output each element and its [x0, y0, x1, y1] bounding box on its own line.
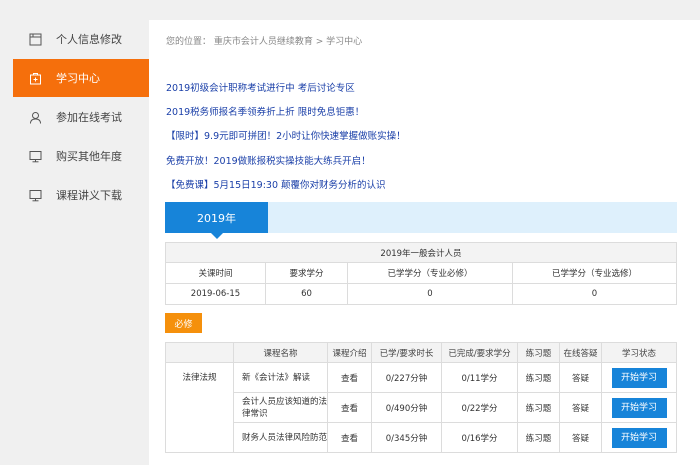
sidebar-item-label: 参加在线考试	[56, 111, 122, 124]
course-name: 新《会计法》解读	[233, 362, 328, 393]
qa-link[interactable]: 答疑	[559, 422, 602, 453]
summary-value: 2019-06-15	[165, 283, 266, 305]
exercise-link[interactable]: 练习题	[517, 392, 560, 423]
notice-link[interactable]: 【限时】9.9元即可拼团！2小时让你快速掌握做账实操！	[166, 128, 406, 142]
notice-link[interactable]: 免费开放！2019做账报税实操技能大练兵开启！	[166, 153, 371, 167]
summary-header: 已学学分（专业必修）	[347, 262, 513, 284]
time-progress: 0/227分钟	[371, 362, 442, 393]
year-tab-bar: 2019年	[165, 202, 677, 239]
monitor-icon	[28, 149, 42, 163]
notice-link[interactable]: 2019税务师报名季领券折上折 限时免息钜惠！	[166, 104, 364, 118]
credit-progress: 0/16学分	[441, 422, 518, 453]
course-header: 已完成/要求学分	[441, 342, 518, 363]
course-header: 课程介绍	[327, 342, 372, 363]
sidebar-item-label: 课程讲义下载	[56, 189, 122, 202]
breadcrumb-path[interactable]: 重庆市会计人员继续教育 > 学习中心	[214, 37, 362, 47]
credit-progress: 0/22学分	[441, 392, 518, 423]
course-table: 课程名称 课程介绍 已学/要求时长 已完成/要求学分 练习题 在线答疑 学习状态…	[165, 342, 677, 453]
view-intro-link[interactable]: 查看	[327, 362, 372, 393]
breadcrumb: 您的位置： 重庆市会计人员继续教育 > 学习中心	[166, 34, 362, 47]
exercise-link[interactable]: 练习题	[517, 422, 560, 453]
sidebar-item-profile-edit[interactable]: 个人信息修改	[13, 20, 153, 58]
summary-value: 0	[512, 283, 677, 305]
time-progress: 0/345分钟	[371, 422, 442, 453]
sidebar-item-study-center[interactable]: 学习中心	[13, 59, 160, 97]
course-header-category	[165, 342, 234, 363]
course-header: 已学/要求时长	[371, 342, 442, 363]
sidebar-item-label: 个人信息修改	[56, 33, 122, 46]
view-intro-link[interactable]: 查看	[327, 422, 372, 453]
sidebar-item-download-notes[interactable]: 课程讲义下载	[13, 176, 153, 214]
course-header: 练习题	[517, 342, 560, 363]
monitor-icon	[28, 188, 42, 202]
sidebar-item-label: 学习中心	[56, 72, 100, 85]
summary-value: 0	[347, 283, 513, 305]
tab-2019[interactable]: 2019年	[165, 202, 268, 239]
view-intro-link[interactable]: 查看	[327, 392, 372, 423]
start-learning-button[interactable]: 开始学习	[611, 427, 667, 448]
study-center-icon	[28, 71, 42, 85]
qa-link[interactable]: 答疑	[559, 392, 602, 423]
course-header: 学习状态	[601, 342, 677, 363]
user-icon	[28, 110, 42, 124]
course-name: 财务人员法律风险防范	[233, 422, 328, 453]
course-name: 会计人员应该知道的法律常识	[233, 392, 328, 423]
summary-header: 关课时间	[165, 262, 266, 284]
credit-summary-table: 2019年一般会计人员 关课时间 要求学分 已学学分（专业必修） 已学学分（专业…	[165, 242, 677, 305]
sidebar-item-label: 购买其他年度	[56, 150, 122, 163]
sidebar: 个人信息修改 学习中心 参加在线考试 购买其他年度 课程讲义下载	[0, 0, 160, 465]
exercise-link[interactable]: 练习题	[517, 362, 560, 393]
sidebar-item-buy-other-years[interactable]: 购买其他年度	[13, 137, 153, 175]
notice-link[interactable]: 2019初级会计职称考试进行中 考后讨论专区	[166, 80, 355, 94]
summary-header: 要求学分	[265, 262, 348, 284]
summary-value: 60	[265, 283, 348, 305]
course-header: 在线答疑	[559, 342, 602, 363]
credit-progress: 0/11学分	[441, 362, 518, 393]
main-panel: 您的位置： 重庆市会计人员继续教育 > 学习中心 2019初级会计职称考试进行中…	[149, 20, 700, 465]
course-category: 法律法规	[165, 362, 234, 453]
sidebar-item-online-exam[interactable]: 参加在线考试	[13, 98, 153, 136]
start-learning-button[interactable]: 开始学习	[611, 397, 667, 418]
breadcrumb-prefix: 您的位置：	[166, 37, 212, 47]
table-row: 法律法规 新《会计法》解读 查看 0/227分钟 0/11学分 练习题 答疑 开…	[165, 362, 677, 453]
qa-link[interactable]: 答疑	[559, 362, 602, 393]
start-learning-button[interactable]: 开始学习	[611, 367, 667, 388]
notice-link[interactable]: 【免费课】5月15日19:30 颠覆你对财务分析的认识	[166, 177, 386, 191]
course-header: 课程名称	[233, 342, 328, 363]
profile-edit-icon	[28, 32, 42, 46]
table-row: 财务人员法律风险防范 查看 0/345分钟 0/16学分 练习题 答疑 开始学习	[166, 422, 677, 453]
required-badge: 必修	[165, 313, 202, 333]
summary-title: 2019年一般会计人员	[165, 242, 677, 263]
summary-header: 已学学分（专业选修）	[512, 262, 677, 284]
time-progress: 0/490分钟	[371, 392, 442, 423]
table-row: 会计人员应该知道的法律常识 查看 0/490分钟 0/22学分 练习题 答疑 开…	[166, 392, 677, 423]
